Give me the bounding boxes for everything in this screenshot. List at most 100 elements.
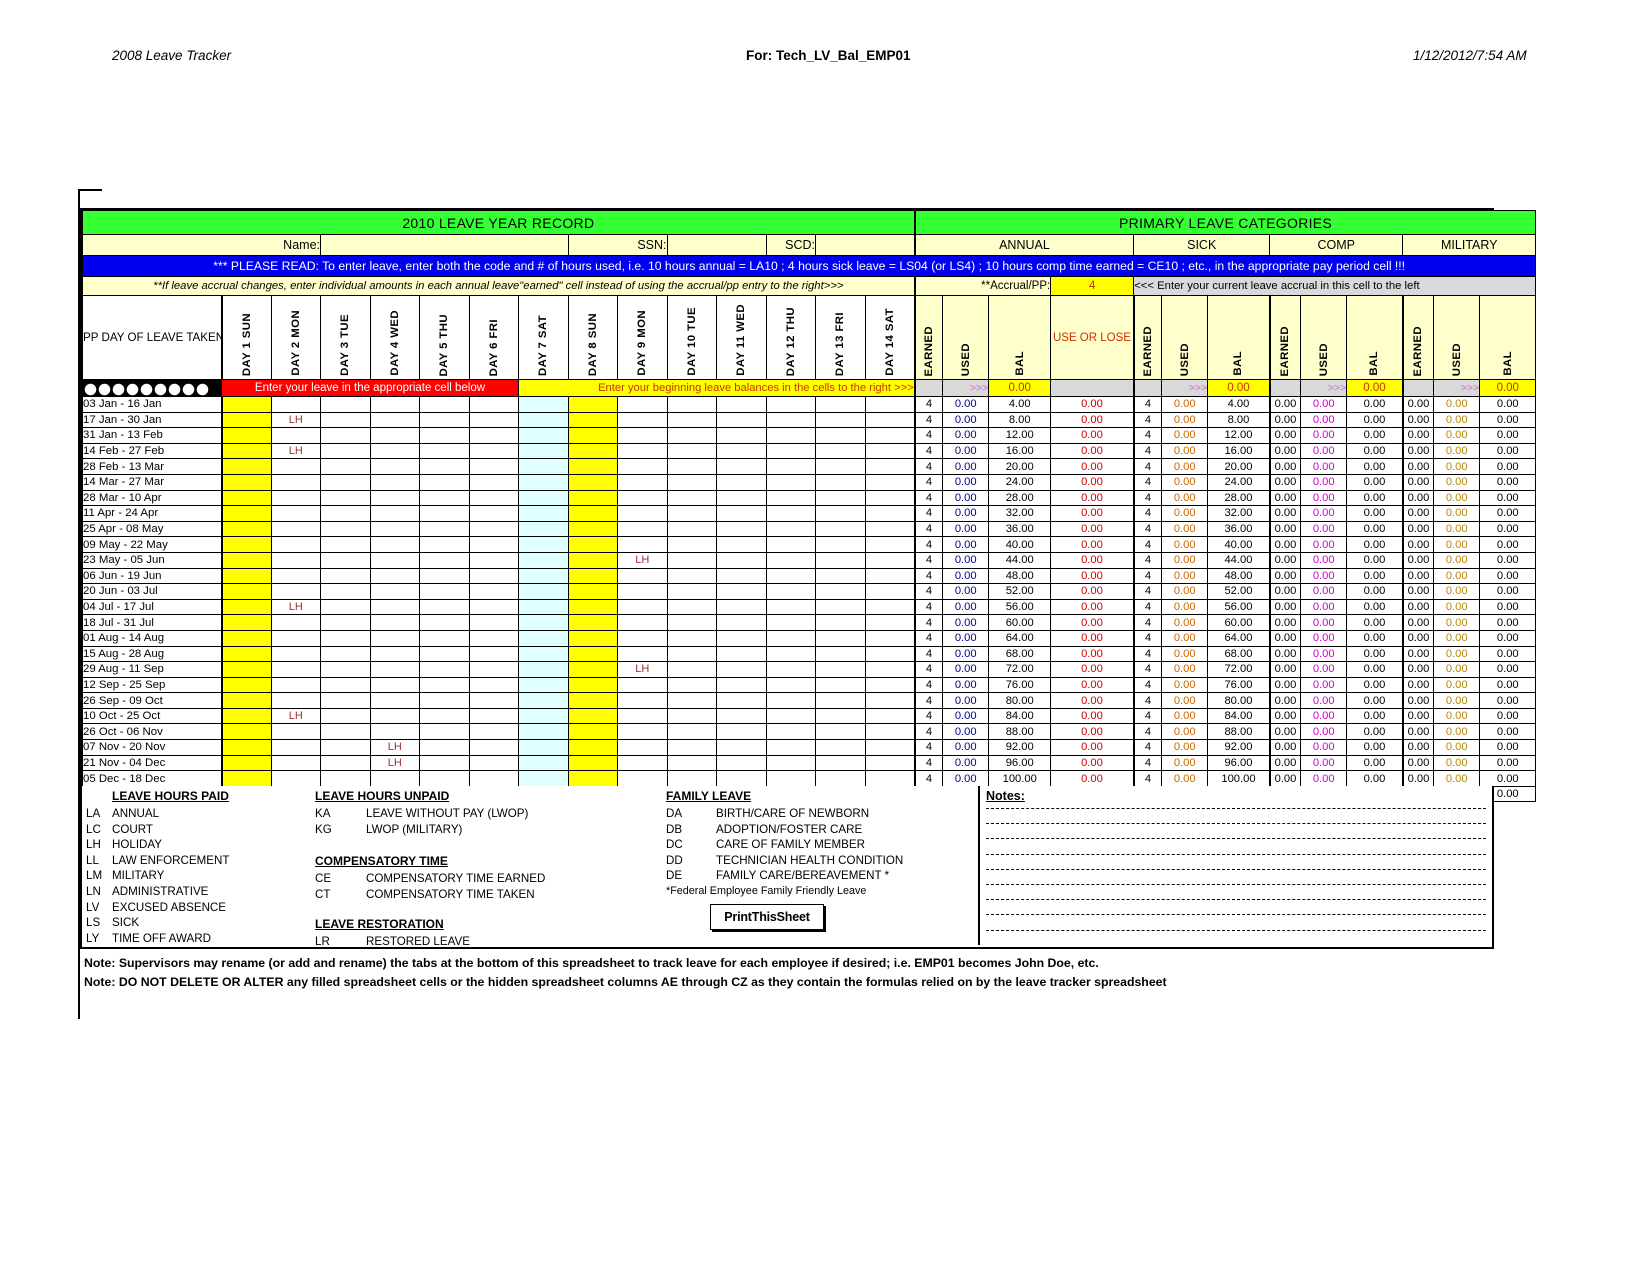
day-cell-7[interactable] xyxy=(518,489,569,507)
day-cell-14[interactable] xyxy=(864,723,916,741)
day-cell-4[interactable] xyxy=(369,411,420,429)
day-cell-9[interactable]: LH xyxy=(617,661,668,678)
day-cell-13[interactable] xyxy=(815,676,866,694)
day-cell-6[interactable] xyxy=(468,676,519,694)
sick-earned[interactable]: 4 xyxy=(1133,536,1163,553)
day-cell-12[interactable] xyxy=(765,442,816,460)
day-cell-12[interactable] xyxy=(765,754,816,772)
day-cell-12[interactable] xyxy=(765,739,816,756)
day-cell-9[interactable] xyxy=(617,723,668,741)
day-cell-4[interactable] xyxy=(369,692,420,709)
day-cell-1[interactable] xyxy=(221,754,272,772)
day-cell-5[interactable] xyxy=(419,551,470,569)
day-cell-8[interactable] xyxy=(567,473,618,491)
sick-earned[interactable]: 4 xyxy=(1133,614,1163,631)
day-cell-11[interactable] xyxy=(716,473,767,491)
day-cell-5[interactable] xyxy=(419,536,470,553)
day-cell-8[interactable] xyxy=(567,707,618,725)
day-cell-11[interactable] xyxy=(716,442,767,460)
day-cell-13[interactable] xyxy=(815,458,866,475)
day-cell-1[interactable] xyxy=(221,598,272,616)
sick-earned[interactable]: 4 xyxy=(1133,707,1163,725)
day-cell-9[interactable] xyxy=(617,598,668,616)
military-earned[interactable]: 0.00 xyxy=(1402,505,1435,522)
day-cell-1[interactable] xyxy=(221,442,272,460)
day-cell-7[interactable] xyxy=(518,567,569,585)
day-cell-12[interactable] xyxy=(765,520,816,538)
day-cell-10[interactable] xyxy=(666,396,717,413)
day-cell-12[interactable] xyxy=(765,551,816,569)
day-cell-3[interactable] xyxy=(320,754,371,772)
day-cell-4[interactable] xyxy=(369,723,420,741)
day-cell-12[interactable] xyxy=(765,411,816,429)
day-cell-12[interactable] xyxy=(765,645,816,663)
day-cell-9[interactable] xyxy=(617,770,668,787)
day-cell-4[interactable] xyxy=(369,505,420,522)
military-earned[interactable]: 0.00 xyxy=(1402,739,1435,756)
day-cell-5[interactable] xyxy=(419,598,470,616)
day-cell-10[interactable] xyxy=(666,489,717,507)
day-cell-13[interactable] xyxy=(815,614,866,631)
name-input[interactable] xyxy=(320,234,569,256)
day-cell-12[interactable] xyxy=(765,396,816,413)
day-cell-10[interactable] xyxy=(666,645,717,663)
day-cell-13[interactable] xyxy=(815,723,866,741)
day-cell-6[interactable] xyxy=(468,551,519,569)
day-cell-13[interactable] xyxy=(815,489,866,507)
annual-earned[interactable]: 4 xyxy=(914,770,944,787)
day-cell-9[interactable] xyxy=(617,442,668,460)
sick-earned[interactable]: 4 xyxy=(1133,661,1163,678)
day-cell-9[interactable] xyxy=(617,583,668,600)
day-cell-14[interactable] xyxy=(864,536,916,553)
comp-earned[interactable]: 0.00 xyxy=(1269,396,1302,413)
day-cell-7[interactable] xyxy=(518,505,569,522)
annual-earned[interactable]: 4 xyxy=(914,396,944,413)
day-cell-6[interactable] xyxy=(468,629,519,647)
day-cell-4[interactable] xyxy=(369,442,420,460)
day-cell-4[interactable] xyxy=(369,396,420,413)
sick-earned[interactable]: 4 xyxy=(1133,692,1163,709)
day-cell-14[interactable] xyxy=(864,442,916,460)
comp-earned[interactable]: 0.00 xyxy=(1269,614,1302,631)
day-cell-10[interactable] xyxy=(666,598,717,616)
annual-earned[interactable]: 4 xyxy=(914,583,944,600)
day-cell-12[interactable] xyxy=(765,629,816,647)
day-cell-11[interactable] xyxy=(716,723,767,741)
notes-line[interactable] xyxy=(986,884,1486,885)
day-cell-1[interactable] xyxy=(221,614,272,631)
day-cell-4[interactable] xyxy=(369,536,420,553)
day-cell-12[interactable] xyxy=(765,473,816,491)
day-cell-13[interactable] xyxy=(815,739,866,756)
annual-earned[interactable]: 4 xyxy=(914,723,944,741)
day-cell-12[interactable] xyxy=(765,536,816,553)
day-cell-11[interactable] xyxy=(716,739,767,756)
day-cell-7[interactable] xyxy=(518,739,569,756)
day-cell-4[interactable] xyxy=(369,551,420,569)
day-cell-10[interactable] xyxy=(666,411,717,429)
day-cell-13[interactable] xyxy=(815,629,866,647)
day-cell-14[interactable] xyxy=(864,489,916,507)
day-cell-7[interactable] xyxy=(518,536,569,553)
day-cell-9[interactable]: LH xyxy=(617,551,668,569)
day-cell-14[interactable] xyxy=(864,473,916,491)
day-cell-7[interactable] xyxy=(518,427,569,444)
sick-earned[interactable]: 4 xyxy=(1133,723,1163,741)
accrual-per-pp-input[interactable]: 4 xyxy=(1050,276,1135,296)
day-cell-13[interactable] xyxy=(815,520,866,538)
day-cell-8[interactable] xyxy=(567,739,618,756)
day-cell-4[interactable] xyxy=(369,598,420,616)
day-cell-10[interactable] xyxy=(666,676,717,694)
day-cell-14[interactable] xyxy=(864,676,916,694)
day-cell-8[interactable] xyxy=(567,442,618,460)
day-cell-2[interactable] xyxy=(270,458,321,475)
military-earned[interactable]: 0.00 xyxy=(1402,707,1435,725)
day-cell-8[interactable] xyxy=(567,598,618,616)
day-cell-1[interactable] xyxy=(221,645,272,663)
day-cell-6[interactable] xyxy=(468,520,519,538)
day-cell-3[interactable] xyxy=(320,505,371,522)
sick-earned[interactable]: 4 xyxy=(1133,396,1163,413)
day-cell-6[interactable] xyxy=(468,458,519,475)
day-cell-9[interactable] xyxy=(617,520,668,538)
day-cell-6[interactable] xyxy=(468,614,519,631)
military-earned[interactable]: 0.00 xyxy=(1402,645,1435,663)
